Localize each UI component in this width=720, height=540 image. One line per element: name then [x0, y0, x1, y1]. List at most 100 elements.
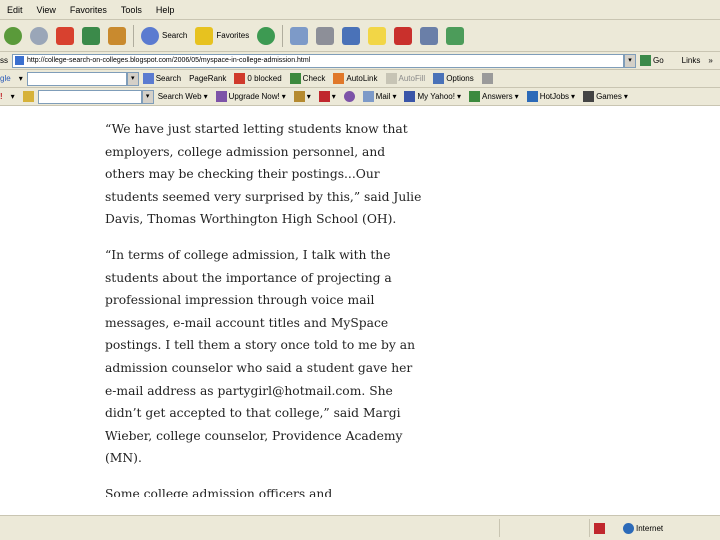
- puzzle-icon: [318, 91, 330, 102]
- forward-button[interactable]: [30, 26, 48, 45]
- globe-icon: [623, 522, 634, 534]
- google-menu-dropdown[interactable]: ▾: [19, 74, 23, 83]
- refresh-icon: [82, 26, 100, 45]
- search-web-label: Search Web: [157, 92, 202, 101]
- note-icon: [368, 26, 387, 45]
- forward-arrow-icon: [30, 26, 48, 45]
- address-url: http://college-search-on-colleges.blogsp…: [27, 57, 311, 64]
- article-paragraph: “We have just started letting students k…: [105, 122, 422, 227]
- pencil-icon[interactable]: [481, 73, 493, 84]
- highlight-icon[interactable]: [22, 91, 34, 102]
- favorites-label: Favorites: [216, 31, 250, 40]
- print-button[interactable]: [316, 26, 335, 45]
- go-button[interactable]: Go: [640, 55, 664, 66]
- buddies-icon: [446, 26, 465, 45]
- status-bar: Internet: [0, 515, 720, 540]
- address-dropdown[interactable]: ▾: [624, 53, 636, 68]
- mail-icon: [362, 91, 374, 102]
- blocked-label: 0 blocked: [247, 74, 282, 83]
- messenger-icon: [420, 26, 439, 45]
- menu-view[interactable]: View: [30, 5, 63, 15]
- google-brand: gle: [0, 74, 11, 83]
- autofill-button[interactable]: AutoFill: [385, 73, 425, 84]
- options-icon: [433, 73, 445, 84]
- history-icon: [257, 26, 276, 45]
- upgrade-icon: [215, 91, 227, 102]
- messenger-button[interactable]: [420, 26, 439, 45]
- stop-icon: [56, 26, 74, 45]
- menu-bar: Edit View Favorites Tools Help: [0, 0, 720, 20]
- buddies-button[interactable]: [446, 26, 465, 45]
- games-label: Games: [596, 92, 622, 101]
- answers-icon: [468, 91, 480, 102]
- games-icon: [583, 91, 595, 102]
- google-search-button[interactable]: Search: [142, 73, 181, 84]
- history-button[interactable]: [257, 26, 276, 45]
- article-body: “We have just started letting students k…: [105, 118, 425, 497]
- home-icon: [108, 26, 126, 45]
- check-label: Check: [302, 74, 326, 83]
- address-label: ss: [0, 56, 8, 65]
- hotjobs-label: HotJobs: [539, 92, 570, 101]
- blocker-icon: [234, 73, 246, 84]
- pencil-icon: [293, 91, 305, 102]
- options-button[interactable]: Options: [433, 73, 474, 84]
- favorites-button[interactable]: Favorites: [195, 26, 250, 45]
- google-toolbar: gle ▾ ▾ Search PageRank 0 blocked Check …: [0, 70, 720, 88]
- address-input[interactable]: http://college-search-on-colleges.blogsp…: [12, 53, 624, 68]
- stop-button[interactable]: [56, 26, 74, 45]
- google-search-dropdown[interactable]: ▾: [126, 71, 139, 86]
- autofill-icon: [385, 73, 397, 84]
- purple-circle-button[interactable]: [343, 91, 355, 102]
- menu-favorites[interactable]: Favorites: [63, 5, 114, 15]
- spell-check-button[interactable]: Check: [289, 73, 326, 84]
- games-button[interactable]: Games ▾: [583, 91, 628, 102]
- standard-toolbar: Search Favorites: [0, 20, 720, 52]
- menu-edit[interactable]: Edit: [0, 5, 30, 15]
- menu-help[interactable]: Help: [149, 5, 182, 15]
- search-icon: [141, 26, 159, 45]
- links-label[interactable]: Links: [682, 56, 701, 65]
- my-yahoo-button[interactable]: My Yahoo! ▾: [404, 91, 461, 102]
- edit-word-icon: [342, 26, 361, 45]
- mail-button[interactable]: [290, 26, 309, 45]
- puzzle-button[interactable]: ▾: [318, 91, 336, 102]
- article-cut-line: Some college admission officers and: [105, 486, 333, 497]
- yahoo-search-dropdown[interactable]: ▾: [141, 89, 154, 104]
- back-button[interactable]: [4, 26, 22, 45]
- menu-tools[interactable]: Tools: [114, 5, 149, 15]
- edit-button[interactable]: [342, 26, 361, 45]
- back-arrow-icon: [4, 26, 22, 45]
- go-label: Go: [653, 56, 664, 65]
- my-yahoo-label: My Yahoo!: [417, 92, 455, 101]
- upgrade-label: Upgrade Now!: [228, 92, 280, 101]
- chevron-right-icon[interactable]: »: [708, 56, 712, 65]
- internet-zone[interactable]: Internet: [623, 522, 663, 534]
- pagerank-indicator[interactable]: PageRank: [189, 74, 226, 83]
- mail-button-yahoo[interactable]: Mail ▾: [362, 91, 396, 102]
- hotjobs-button[interactable]: HotJobs ▾: [526, 91, 575, 102]
- status-text-area: [0, 519, 500, 537]
- toolbar-separator: [133, 24, 134, 47]
- home-button[interactable]: [108, 26, 126, 45]
- upgrade-button[interactable]: Upgrade Now! ▾: [215, 91, 286, 102]
- autolink-button[interactable]: AutoLink: [333, 73, 378, 84]
- article-paragraph: “In terms of college admission, I talk w…: [105, 247, 416, 466]
- answers-button[interactable]: Answers ▾: [468, 91, 519, 102]
- yahoo-search-input[interactable]: [37, 89, 142, 104]
- yahoo-logo-icon[interactable]: !: [0, 92, 3, 101]
- search-web-button[interactable]: Search Web ▾: [158, 92, 208, 101]
- popup-blocker-button[interactable]: 0 blocked: [234, 73, 282, 84]
- google-search-input[interactable]: [26, 71, 127, 86]
- research-button[interactable]: [394, 26, 413, 45]
- autolink-icon: [333, 73, 345, 84]
- discuss-button[interactable]: [368, 26, 387, 45]
- toolbar-separator: [282, 24, 284, 47]
- answers-label: Answers: [481, 92, 513, 101]
- refresh-button[interactable]: [82, 26, 100, 45]
- search-button[interactable]: Search: [141, 26, 187, 45]
- page-content: “We have just started letting students k…: [0, 106, 720, 515]
- yahoo-menu-dropdown[interactable]: ▾: [11, 92, 15, 101]
- pagerank-label: PageRank: [189, 74, 227, 83]
- pencil-button[interactable]: ▾: [293, 91, 311, 102]
